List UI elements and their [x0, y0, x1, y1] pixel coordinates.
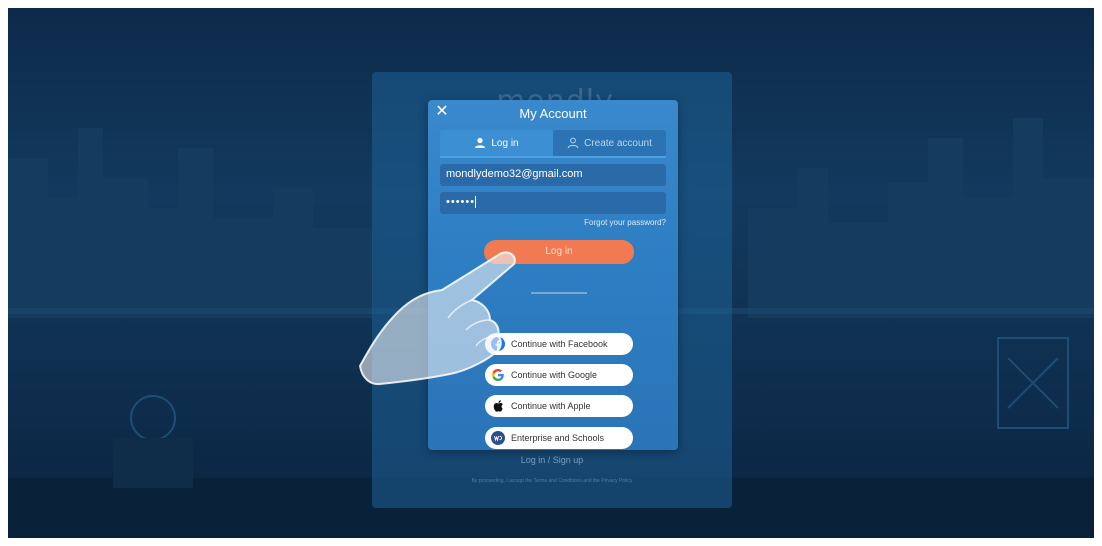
password-field-value: •••••• [446, 196, 476, 208]
password-field[interactable]: •••••• [440, 192, 666, 214]
divider [531, 292, 587, 294]
dialog-title: My Account [519, 106, 587, 121]
apple-icon [491, 399, 505, 413]
user-outline-icon [567, 137, 579, 149]
forgot-password-link[interactable]: Forgot your password? [584, 218, 666, 227]
tab-log-in-label: Log in [491, 137, 519, 149]
email-field-value: mondlydemo32@gmail.com [446, 168, 583, 180]
enterprise-icon [491, 431, 505, 445]
email-field[interactable]: mondlydemo32@gmail.com [440, 164, 666, 186]
enterprise-and-schools-button[interactable]: Enterprise and Schools [485, 427, 633, 449]
user-icon [475, 137, 486, 148]
continue-with-apple-button[interactable]: Continue with Apple [485, 395, 633, 417]
tab-create-account-label: Create account [584, 137, 652, 149]
login-signup-links[interactable]: Log in / Sign up [372, 455, 732, 465]
enterprise-and-schools-label: Enterprise and Schools [511, 433, 605, 443]
active-tab-underline [440, 156, 666, 158]
terms-notice: By proceeding, I accept the Terms and Co… [471, 478, 633, 484]
tab-create-account[interactable]: Create account [553, 130, 666, 156]
text-caret [475, 196, 477, 209]
pointing-hand-cursor [358, 251, 516, 386]
continue-with-apple-label: Continue with Apple [511, 401, 591, 411]
tab-log-in[interactable]: Log in [440, 130, 553, 156]
account-tabs: Log in Create account [440, 130, 666, 156]
